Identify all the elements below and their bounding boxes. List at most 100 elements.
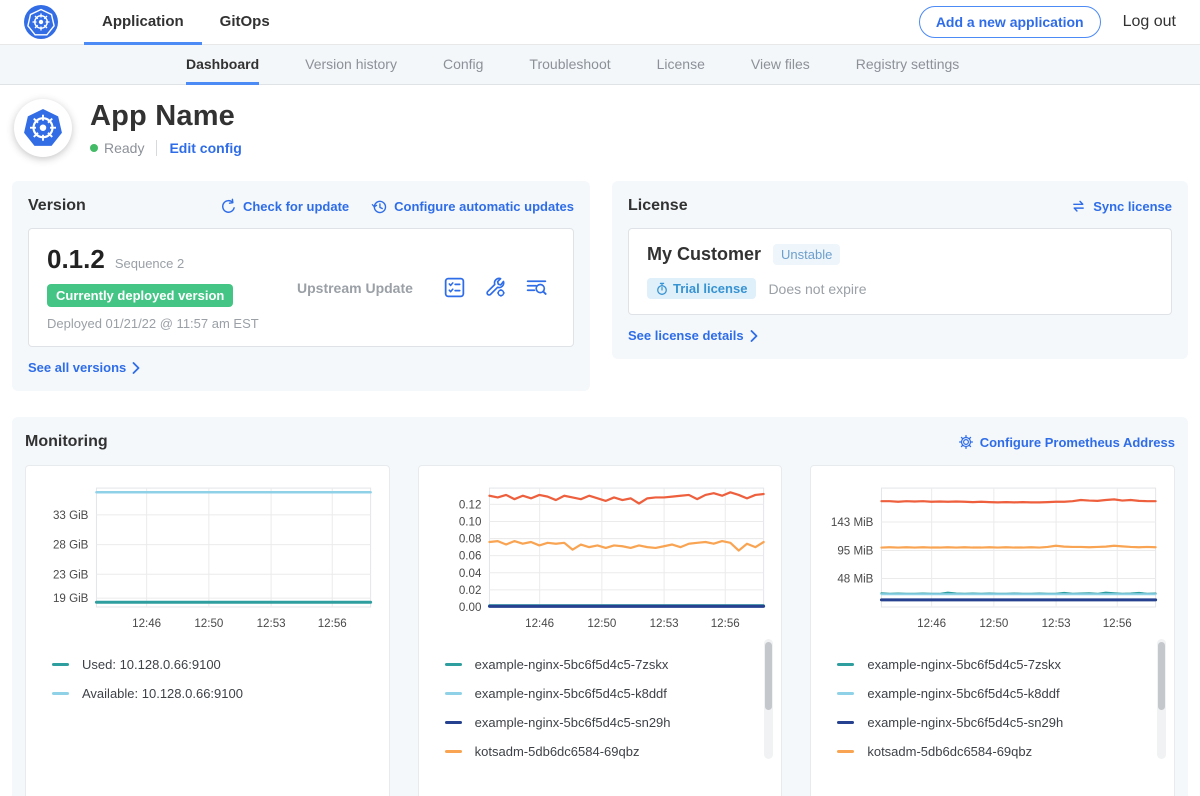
see-all-versions-link[interactable]: See all versions bbox=[28, 360, 140, 375]
trial-license-badge: Trial license bbox=[647, 278, 756, 299]
version-source-label: Upstream Update bbox=[297, 280, 442, 296]
legend-label: example-nginx-5bc6f5d4c5-sn29h bbox=[475, 715, 671, 730]
legend-item: kotsadm-5db6dc6584-69qbz bbox=[445, 744, 754, 759]
legend-label: example-nginx-5bc6f5d4c5-sn29h bbox=[867, 715, 1063, 730]
memory-usage-title: Memory Usage bbox=[823, 789, 1162, 796]
svg-text:12:56: 12:56 bbox=[710, 618, 739, 630]
legend-swatch bbox=[837, 721, 854, 724]
legend-item: example-nginx-5bc6f5d4c5-k8ddf bbox=[445, 686, 754, 701]
legend-label: example-nginx-5bc6f5d4c5-k8ddf bbox=[475, 686, 667, 701]
customer-name: My Customer bbox=[647, 244, 761, 265]
legend-item: Available: 10.128.0.66:9100 bbox=[52, 686, 361, 701]
legend-swatch bbox=[52, 692, 69, 695]
svg-text:0.08: 0.08 bbox=[459, 534, 482, 546]
configure-prometheus-link[interactable]: Configure Prometheus Address bbox=[958, 434, 1175, 450]
page-title: App Name bbox=[90, 100, 242, 133]
legend-label: kotsadm-5db6dc6584-69qbz bbox=[867, 744, 1032, 759]
svg-text:0.06: 0.06 bbox=[459, 551, 482, 563]
config-wrench-icon[interactable] bbox=[483, 275, 508, 300]
currently-deployed-badge: Currently deployed version bbox=[47, 284, 233, 307]
gear-icon bbox=[958, 434, 974, 450]
log-out-button[interactable]: Log out bbox=[1123, 13, 1176, 31]
svg-text:0.10: 0.10 bbox=[459, 516, 482, 528]
svg-text:28 GiB: 28 GiB bbox=[53, 540, 89, 552]
svg-text:12:46: 12:46 bbox=[525, 618, 554, 630]
svg-text:0.04: 0.04 bbox=[459, 568, 482, 580]
channel-badge: Unstable bbox=[773, 244, 840, 265]
svg-text:33 GiB: 33 GiB bbox=[53, 510, 89, 522]
monitoring-section: Monitoring Configure Prometheus Address bbox=[12, 417, 1188, 796]
legend-swatch bbox=[52, 663, 69, 666]
legend-scrollbar-thumb[interactable] bbox=[765, 642, 772, 710]
version-card-title: Version bbox=[28, 197, 86, 215]
deploy-logs-icon[interactable] bbox=[524, 275, 549, 300]
tab-registry-settings[interactable]: Registry settings bbox=[856, 45, 959, 85]
chevron-right-icon bbox=[750, 330, 758, 342]
svg-text:19 GiB: 19 GiB bbox=[53, 593, 89, 605]
legend-swatch bbox=[445, 750, 462, 753]
app-avatar bbox=[14, 99, 72, 157]
tab-config[interactable]: Config bbox=[443, 45, 483, 85]
top-nav: Application GitOps Add a new application… bbox=[0, 0, 1200, 45]
svg-text:0.12: 0.12 bbox=[459, 499, 482, 511]
svg-text:12:50: 12:50 bbox=[194, 618, 223, 630]
sync-license-link[interactable]: Sync license bbox=[1070, 198, 1172, 214]
app-sub-nav: Dashboard Version history Config Trouble… bbox=[0, 45, 1200, 85]
legend-swatch bbox=[445, 663, 462, 666]
svg-text:12:53: 12:53 bbox=[1042, 618, 1071, 630]
tab-license[interactable]: License bbox=[657, 45, 705, 85]
monitoring-title: Monitoring bbox=[25, 433, 108, 451]
edit-config-link[interactable]: Edit config bbox=[169, 140, 241, 156]
tab-version-history[interactable]: Version history bbox=[305, 45, 397, 85]
legend-scrollbar[interactable] bbox=[764, 639, 773, 759]
legend-label: example-nginx-5bc6f5d4c5-k8ddf bbox=[867, 686, 1059, 701]
legend-item: example-nginx-5bc6f5d4c5-sn29h bbox=[445, 715, 754, 730]
legend-scrollbar-thumb[interactable] bbox=[1158, 642, 1165, 710]
kubernetes-app-icon bbox=[20, 105, 66, 151]
tab-application[interactable]: Application bbox=[84, 0, 202, 45]
license-card-title: License bbox=[628, 197, 688, 215]
divider bbox=[156, 140, 157, 156]
disk-usage-title: Disk Usage bbox=[38, 789, 377, 796]
svg-text:12:56: 12:56 bbox=[1103, 618, 1132, 630]
license-details-row: My Customer Unstable Trial license Does … bbox=[628, 228, 1172, 315]
tab-gitops[interactable]: GitOps bbox=[202, 0, 288, 45]
svg-text:12:46: 12:46 bbox=[917, 618, 946, 630]
app-header: App Name Ready Edit config bbox=[0, 85, 1200, 173]
current-version-row: 0.1.2 Sequence 2 Currently deployed vers… bbox=[28, 228, 574, 347]
sync-icon bbox=[1070, 198, 1087, 214]
tab-troubleshoot[interactable]: Troubleshoot bbox=[529, 45, 610, 85]
legend-item: example-nginx-5bc6f5d4c5-7zskx bbox=[837, 657, 1146, 672]
legend-label: Used: 10.128.0.66:9100 bbox=[82, 657, 221, 672]
kubernetes-logo-icon[interactable] bbox=[24, 5, 58, 39]
svg-text:0.00: 0.00 bbox=[459, 602, 482, 614]
chevron-right-icon bbox=[132, 362, 140, 374]
legend-label: example-nginx-5bc6f5d4c5-7zskx bbox=[475, 657, 669, 672]
chart-svg: 0.000.020.040.060.080.100.1212:4612:5012… bbox=[431, 478, 770, 637]
add-new-application-button[interactable]: Add a new application bbox=[919, 6, 1101, 38]
svg-text:23 GiB: 23 GiB bbox=[53, 569, 89, 581]
tab-dashboard[interactable]: Dashboard bbox=[186, 45, 259, 85]
svg-text:95 MiB: 95 MiB bbox=[838, 546, 874, 558]
see-license-details-link[interactable]: See license details bbox=[628, 328, 758, 343]
check-for-update-link[interactable]: Check for update bbox=[220, 198, 349, 215]
legend-scrollbar[interactable] bbox=[1157, 639, 1166, 759]
preflight-checks-icon[interactable] bbox=[442, 275, 467, 300]
svg-text:12:56: 12:56 bbox=[318, 618, 347, 630]
legend-swatch bbox=[837, 750, 854, 753]
svg-text:12:53: 12:53 bbox=[257, 618, 286, 630]
update-history-icon bbox=[371, 198, 388, 215]
svg-text:48 MiB: 48 MiB bbox=[838, 574, 874, 586]
deployed-timestamp: Deployed 01/21/22 @ 11:57 am EST bbox=[47, 316, 297, 331]
legend-swatch bbox=[837, 692, 854, 695]
version-number: 0.1.2 bbox=[47, 244, 105, 275]
tab-view-files[interactable]: View files bbox=[751, 45, 810, 85]
topnav-tabs: Application GitOps bbox=[84, 0, 288, 44]
configure-automatic-updates-link[interactable]: Configure automatic updates bbox=[371, 198, 574, 215]
cpu-usage-legend: example-nginx-5bc6f5d4c5-7zskx example-ng… bbox=[431, 637, 770, 789]
chart-svg: 19 GiB23 GiB28 GiB33 GiB12:4612:5012:531… bbox=[38, 478, 377, 637]
disk-usage-chart: 19 GiB23 GiB28 GiB33 GiB12:4612:5012:531… bbox=[38, 478, 377, 637]
status-text: Ready bbox=[104, 140, 144, 156]
cpu-usage-card: 0.000.020.040.060.080.100.1212:4612:5012… bbox=[418, 465, 783, 796]
license-card: License Sync license My Customer Unstabl… bbox=[612, 181, 1188, 359]
